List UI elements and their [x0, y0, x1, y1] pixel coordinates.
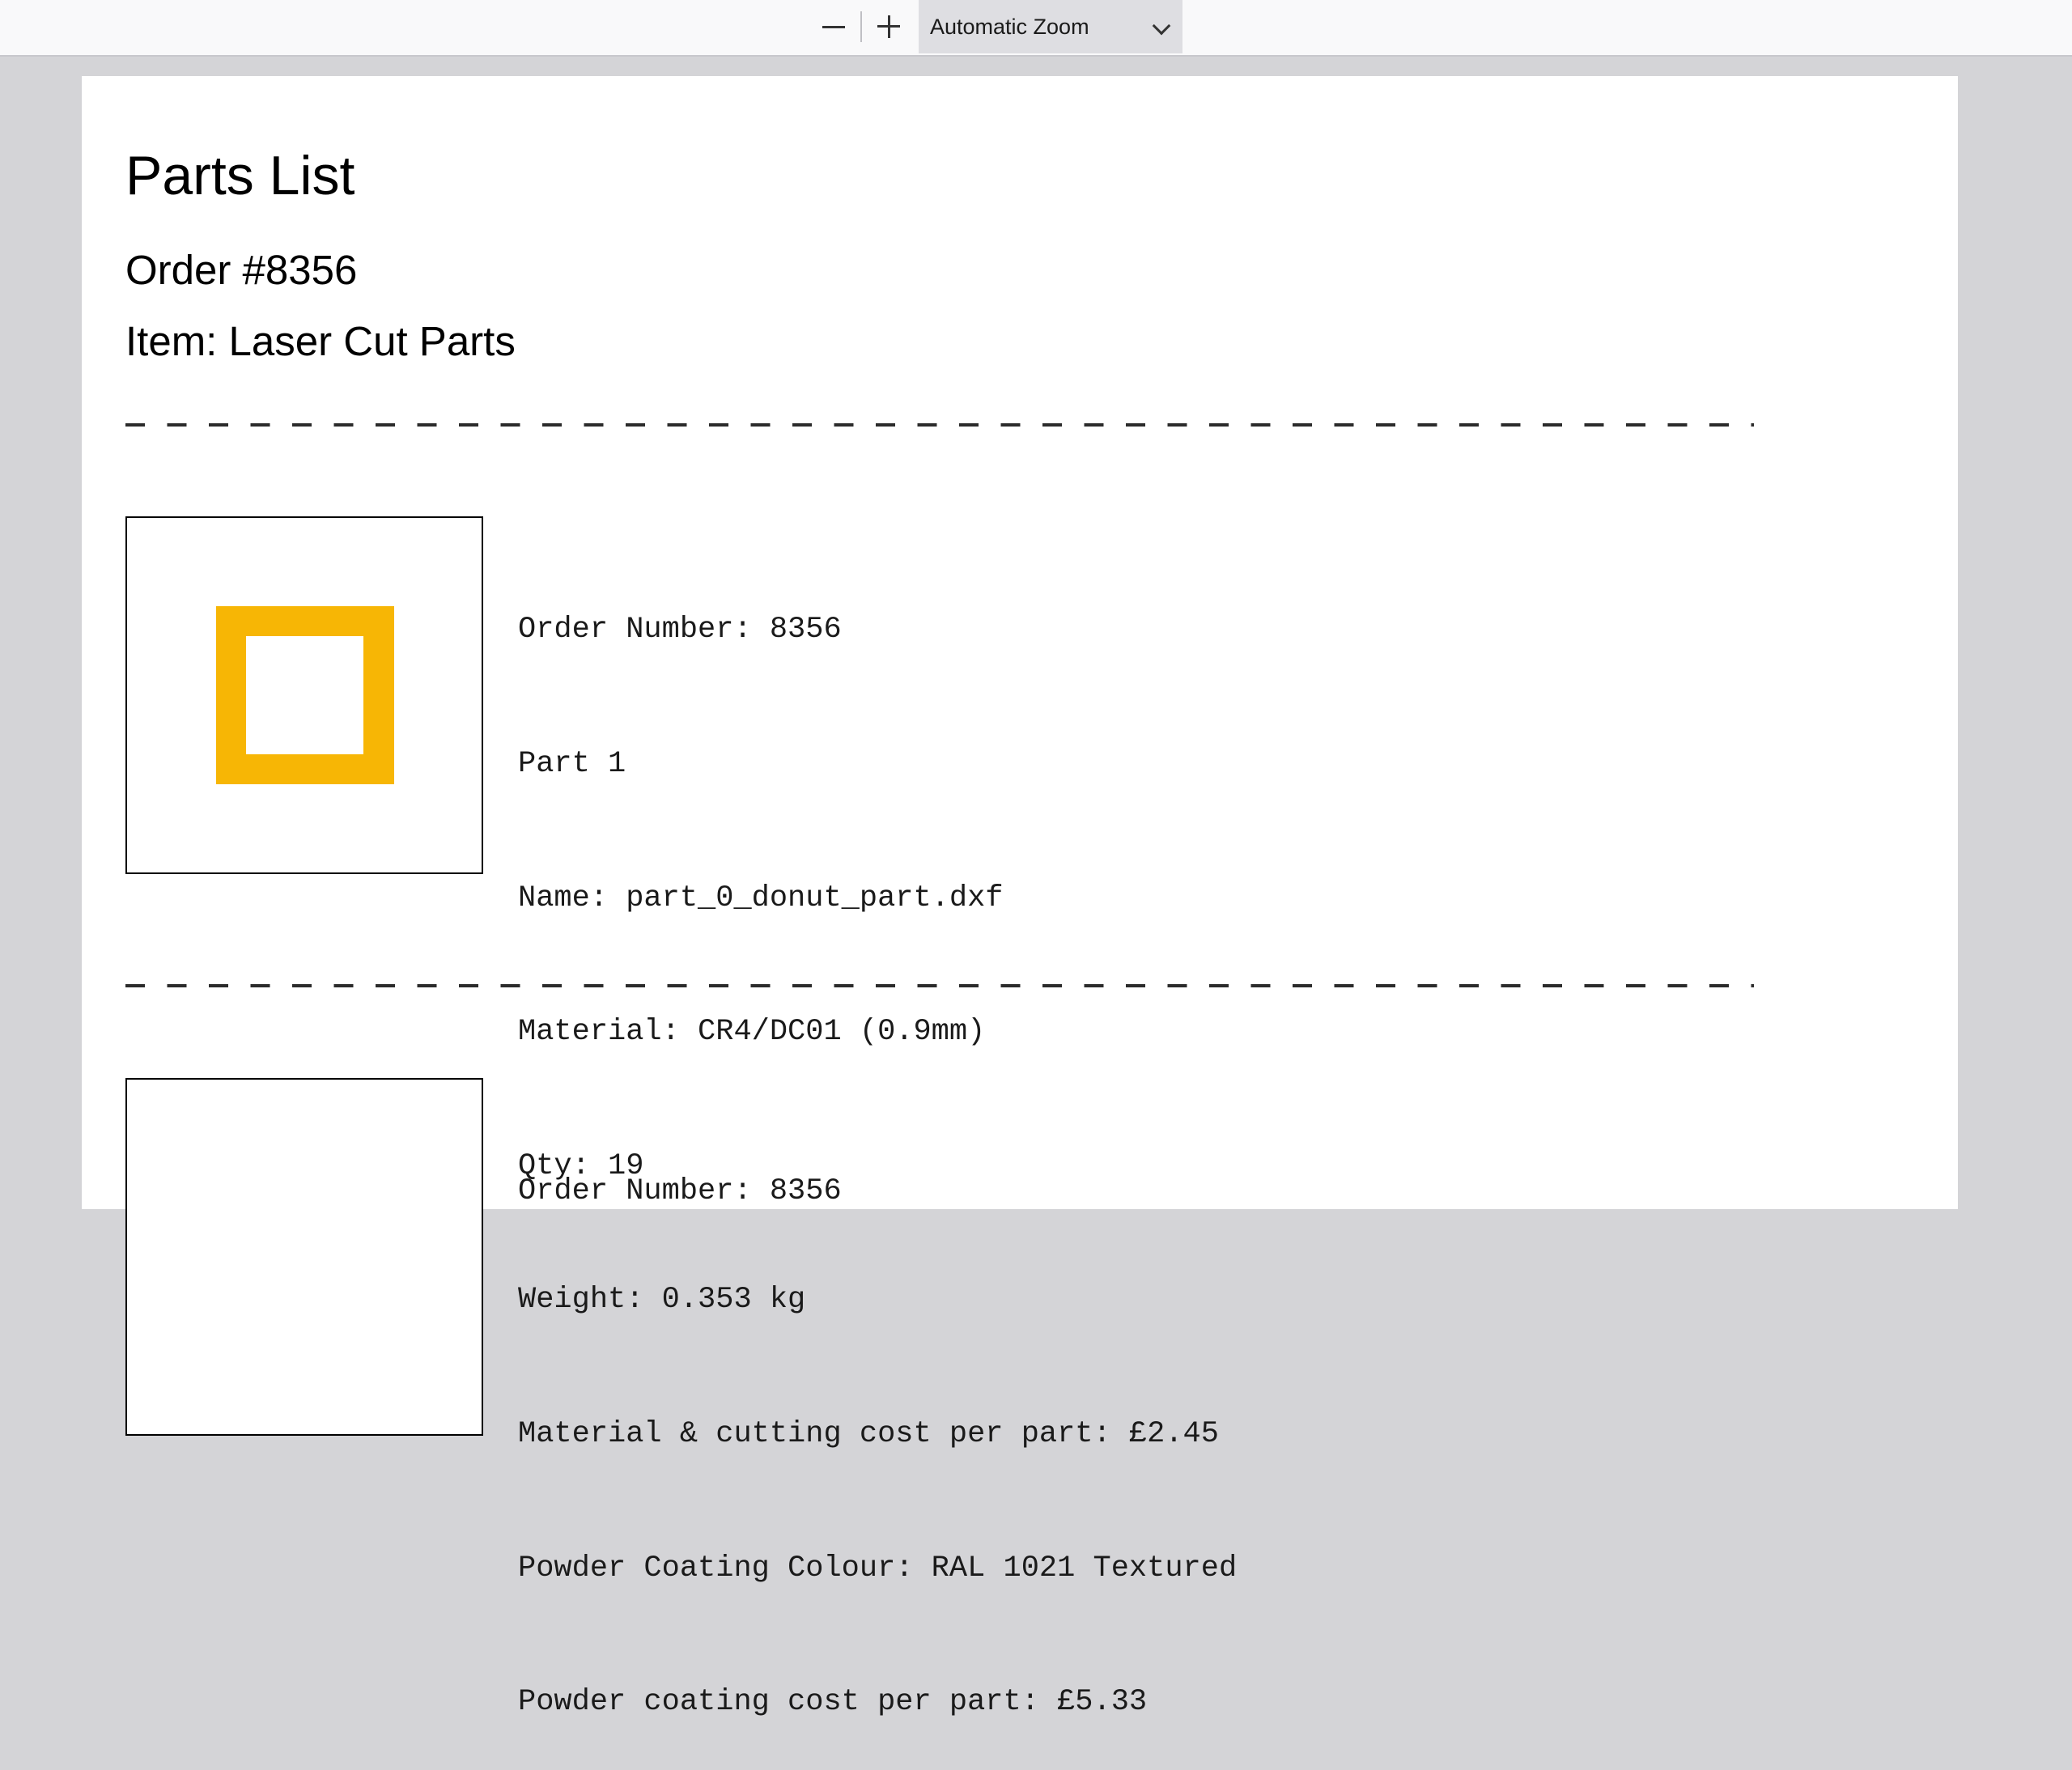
zoom-select-value: Automatic Zoom	[930, 14, 1089, 39]
material-line: Material: CR4/DC01 (0.9mm)	[518, 1015, 986, 1050]
powder-coating-cost-line: Powder coating cost per part: £5.33	[518, 1685, 1148, 1720]
cutting-cost-line: Material & cutting cost per part: £2.45	[518, 1416, 1219, 1451]
order-number-line: Order Number: 8356	[518, 613, 842, 647]
zoom-in-button[interactable]	[868, 8, 910, 45]
part-details: Order Number: 8356	[518, 1080, 842, 1259]
toolbar-separator	[860, 11, 862, 42]
dashed-divider	[125, 984, 1754, 987]
page-title: Parts List	[125, 145, 355, 206]
minus-icon	[822, 25, 845, 28]
part-number-line: Part 1	[518, 747, 626, 781]
powder-coating-colour-line: Powder Coating Colour: RAL 1021 Textured	[518, 1551, 1238, 1585]
part-thumbnail	[125, 1078, 483, 1436]
dashed-divider	[125, 423, 1754, 427]
order-heading: Order #8356	[125, 247, 358, 293]
pdf-toolbar: Automatic Zoom	[0, 0, 2072, 57]
order-number-line: Order Number: 8356	[518, 1174, 842, 1209]
item-heading: Item: Laser Cut Parts	[125, 318, 516, 364]
part-thumbnail	[125, 516, 483, 874]
weight-line: Weight: 0.353 kg	[518, 1283, 806, 1318]
chevron-down-icon	[1152, 16, 1171, 36]
zoom-out-button[interactable]	[813, 8, 855, 45]
donut-part-shape	[216, 606, 394, 784]
zoom-select[interactable]: Automatic Zoom	[919, 0, 1182, 53]
part-name-line: Name: part_0_donut_part.dxf	[518, 881, 1004, 915]
